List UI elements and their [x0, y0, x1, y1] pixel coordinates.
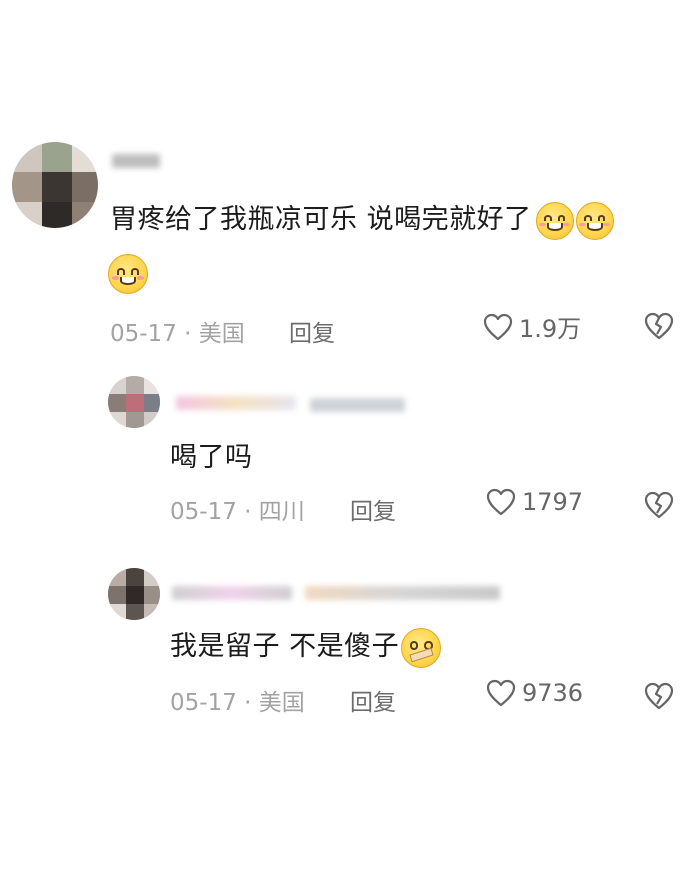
reply-button[interactable]: 回复	[350, 683, 396, 717]
shush-emoji-icon	[401, 627, 442, 668]
avatar[interactable]	[12, 142, 98, 228]
like-button[interactable]: 1797	[486, 488, 583, 516]
username-blurred[interactable]	[112, 154, 160, 168]
smile-emoji-icon	[575, 201, 614, 240]
date: 05-17	[170, 690, 237, 716]
dislike-broken-heart-icon[interactable]	[644, 312, 674, 340]
comment-meta: 05-17 · 美国	[110, 314, 245, 348]
date: 05-17	[170, 499, 237, 525]
location: 美国	[258, 690, 305, 716]
date: 05-17	[110, 321, 177, 347]
location: 四川	[258, 499, 305, 525]
comment-text-line2	[108, 254, 148, 294]
comment-meta: 05-17 · 四川	[170, 492, 305, 526]
heart-icon	[483, 313, 513, 340]
like-count: 1797	[522, 488, 584, 516]
comment-meta: 05-17 · 美国	[170, 683, 305, 717]
like-button[interactable]: 1.9万	[483, 309, 581, 344]
reply-button[interactable]: 回复	[350, 492, 396, 526]
comment-text: 胃疼给了我瓶凉可乐 说喝完就好了	[110, 197, 614, 240]
avatar[interactable]	[108, 568, 160, 620]
smile-emoji-icon	[535, 201, 574, 240]
heart-icon	[486, 488, 516, 516]
username-suffix-blurred	[310, 398, 405, 412]
username-blurred[interactable]	[176, 396, 296, 410]
separator: ·	[244, 690, 252, 716]
separator: ·	[244, 499, 252, 525]
like-button[interactable]: 9736	[486, 679, 583, 707]
username-suffix-blurred	[305, 586, 500, 600]
separator: ·	[184, 321, 192, 347]
dislike-broken-heart-icon[interactable]	[644, 491, 674, 519]
location: 美国	[198, 321, 245, 347]
like-count: 9736	[522, 679, 584, 707]
smile-emoji-icon	[108, 254, 148, 294]
heart-icon	[486, 679, 516, 707]
dislike-broken-heart-icon[interactable]	[644, 682, 674, 710]
comment-text: 我是留子 不是傻子	[170, 624, 442, 668]
comment-text: 喝了吗	[170, 442, 253, 473]
reply-button[interactable]: 回复	[289, 314, 335, 348]
avatar[interactable]	[108, 376, 160, 428]
like-count: 1.9万	[519, 315, 582, 343]
username-blurred[interactable]	[172, 586, 292, 600]
